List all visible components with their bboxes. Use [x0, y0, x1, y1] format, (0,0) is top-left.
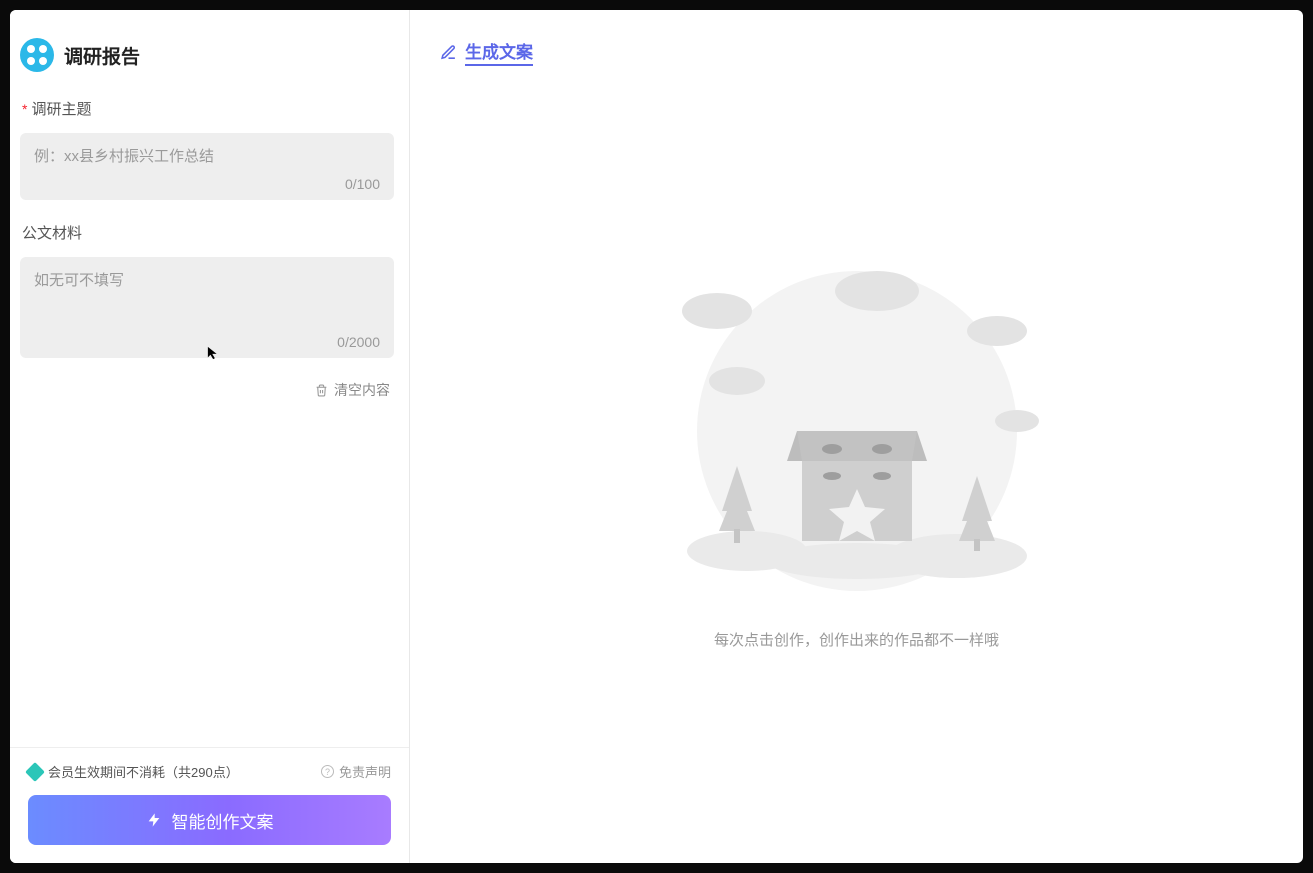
- clear-button-label: 清空内容: [334, 380, 390, 400]
- topic-label: 调研主题: [31, 98, 91, 119]
- right-header: 生成文案: [440, 38, 1273, 66]
- topic-char-count: 0/100: [34, 176, 380, 192]
- required-star: *: [22, 102, 27, 116]
- panel-footer: 会员生效期间不消耗（共290点） ? 免责声明 智能创作文案: [10, 747, 409, 863]
- bolt-icon: [146, 812, 162, 828]
- edit-icon: [440, 44, 457, 61]
- footer-info-row: 会员生效期间不消耗（共290点） ? 免责声明: [28, 762, 391, 781]
- page-title: 调研报告: [64, 42, 140, 69]
- credits-info: 会员生效期间不消耗（共290点）: [28, 762, 239, 781]
- material-input[interactable]: [34, 269, 380, 327]
- help-icon: ?: [321, 765, 334, 778]
- topic-input[interactable]: [34, 145, 380, 169]
- trash-icon: [315, 384, 328, 397]
- credits-text: 会员生效期间不消耗（共290点）: [48, 762, 239, 781]
- clear-row: 清空内容: [20, 380, 394, 400]
- topic-input-wrap: 0/100: [20, 133, 394, 200]
- generate-button[interactable]: 智能创作文案: [28, 795, 391, 845]
- left-panel: 调研报告 * 调研主题 0/100 公文材料: [10, 10, 410, 863]
- material-label: 公文材料: [22, 222, 82, 243]
- empty-state: 每次点击创作，创作出来的作品都不一样哦: [440, 66, 1273, 835]
- right-panel-title: 生成文案: [465, 38, 533, 66]
- empty-hint: 每次点击创作，创作出来的作品都不一样哦: [714, 629, 999, 650]
- material-input-wrap: 0/2000: [20, 257, 394, 358]
- clear-button[interactable]: 清空内容: [315, 380, 390, 400]
- disclaimer-label: 免责声明: [339, 762, 391, 781]
- app-icon: [20, 38, 54, 72]
- disclaimer-button[interactable]: ? 免责声明: [321, 762, 391, 781]
- app-container: 调研报告 * 调研主题 0/100 公文材料: [10, 10, 1303, 863]
- generate-button-label: 智能创作文案: [172, 808, 274, 833]
- right-panel: 生成文案: [410, 10, 1303, 863]
- material-char-count: 0/2000: [34, 334, 380, 350]
- form-group-topic: * 调研主题 0/100: [20, 98, 394, 200]
- material-label-row: 公文材料: [20, 222, 394, 243]
- diamond-icon: [25, 762, 45, 782]
- topic-label-row: * 调研主题: [20, 98, 394, 119]
- form-group-material: 公文材料 0/2000: [20, 222, 394, 358]
- empty-illustration: [647, 251, 1067, 591]
- form-body: * 调研主题 0/100 公文材料 0/2000: [10, 92, 409, 747]
- panel-header: 调研报告: [10, 10, 409, 92]
